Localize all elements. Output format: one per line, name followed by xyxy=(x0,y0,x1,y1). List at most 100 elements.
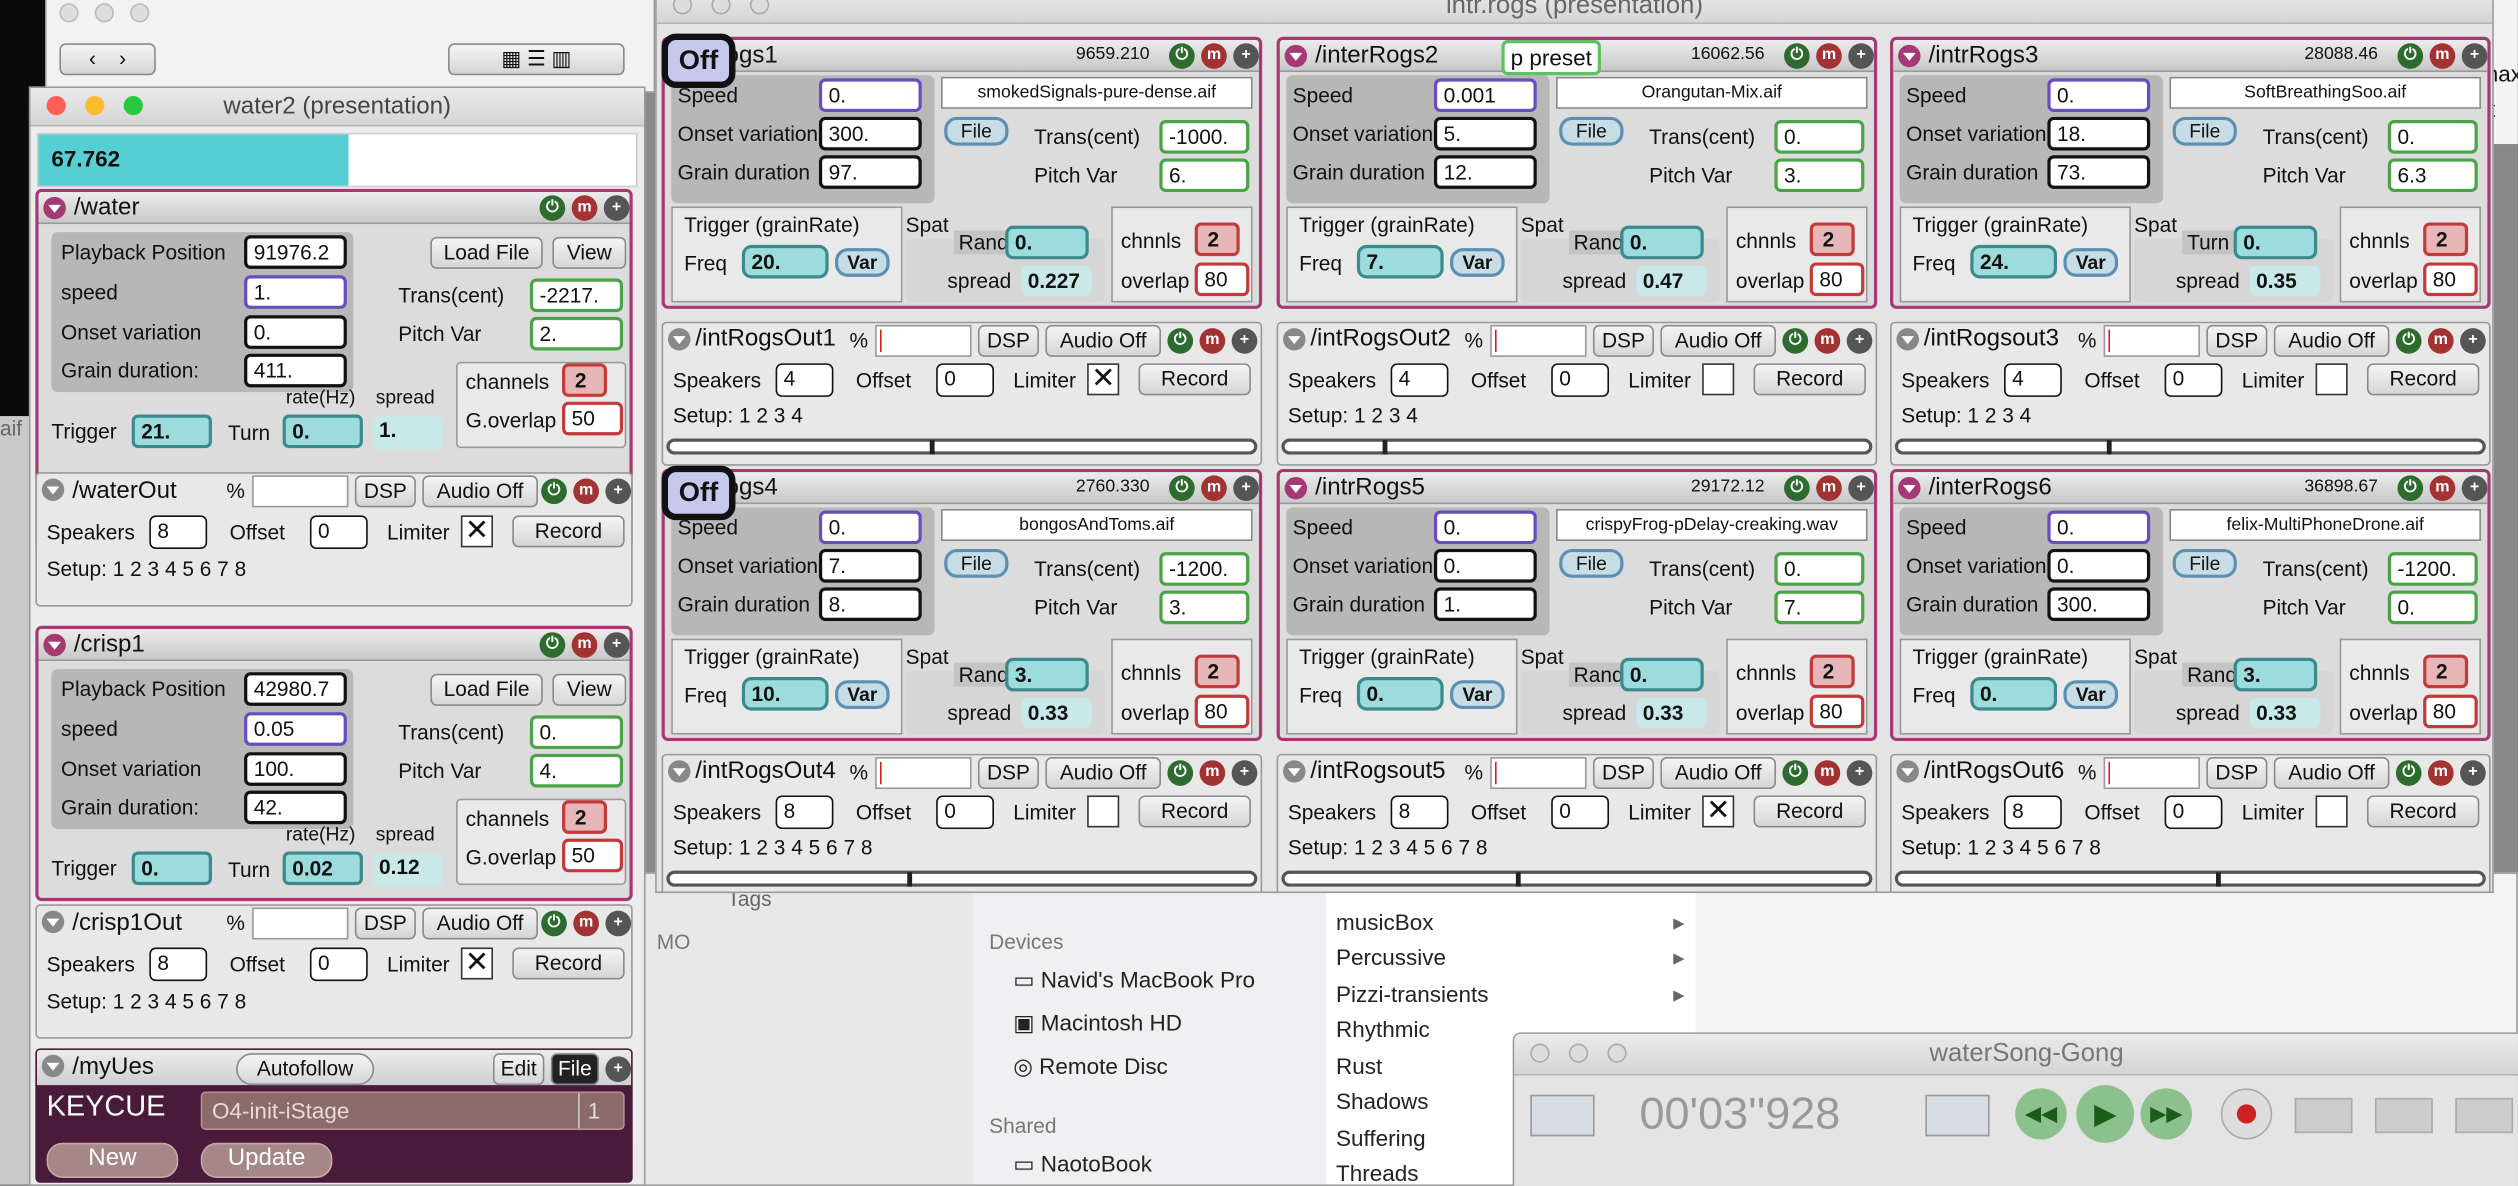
audio-off-button[interactable]: Audio Off xyxy=(1045,324,1161,357)
limiter-checkbox[interactable] xyxy=(1702,363,1735,396)
chnnls-field[interactable]: 2 xyxy=(2423,222,2469,257)
rate-field[interactable]: 0. xyxy=(282,414,363,449)
power-icon[interactable]: ⏻ xyxy=(2397,475,2424,501)
mute-icon[interactable]: m xyxy=(2429,43,2456,69)
power-icon[interactable]: ⏻ xyxy=(1782,328,1809,354)
record-button[interactable]: Record xyxy=(1138,795,1251,828)
dsp-button[interactable]: DSP xyxy=(977,757,1039,790)
position-slider[interactable] xyxy=(666,438,1258,455)
view-button[interactable]: View xyxy=(552,236,627,269)
dsp-button[interactable]: DSP xyxy=(1592,324,1654,357)
percent-field[interactable] xyxy=(875,324,972,357)
new-cue-button[interactable]: New xyxy=(46,1142,179,1178)
collapse-icon[interactable] xyxy=(41,478,65,501)
spread-field[interactable]: 1. xyxy=(372,416,444,450)
autofollow-button[interactable]: Autofollow xyxy=(236,1053,375,1086)
playback-field[interactable]: 91976.2 xyxy=(244,235,347,269)
minimize-icon[interactable] xyxy=(1568,1043,1589,1063)
speed-field[interactable]: 0.001 xyxy=(1433,78,1537,113)
speakers-field[interactable]: 4 xyxy=(1390,363,1449,397)
onset-field[interactable]: 300. xyxy=(818,116,922,151)
zoom-icon[interactable] xyxy=(123,96,143,116)
record-button[interactable]: Record xyxy=(1753,795,1866,828)
var-button[interactable]: Var xyxy=(2063,680,2119,710)
var-button[interactable]: Var xyxy=(1450,248,1505,277)
speed-field[interactable]: 0.05 xyxy=(244,712,347,746)
trigger-field[interactable]: 21. xyxy=(131,414,212,449)
power-icon[interactable]: ⏻ xyxy=(541,910,567,937)
speed-field[interactable]: 0. xyxy=(1433,510,1537,545)
dsp-button[interactable]: DSP xyxy=(1592,757,1654,790)
onset-field[interactable]: 18. xyxy=(2047,116,2151,151)
add-icon[interactable]: + xyxy=(1846,760,1873,786)
sidebar-device[interactable]: ▭ Navid's MacBook Pro xyxy=(1013,967,1255,994)
collapse-icon[interactable] xyxy=(1284,476,1308,500)
file-name-field[interactable]: crispyFrog-pDelay-creaking.wav xyxy=(1556,508,1868,541)
pitch-field[interactable]: 7. xyxy=(1774,590,1865,625)
file-name-field[interactable]: felix-MultiPhoneDrone.aif xyxy=(2169,508,2481,541)
folder-item[interactable]: Pizzi-transients ▸ xyxy=(1336,981,1685,1007)
trans-field[interactable]: -1000. xyxy=(1159,120,1250,154)
dsp-button[interactable]: DSP xyxy=(354,475,416,508)
spread-field[interactable]: 0.227 xyxy=(1021,265,1092,297)
back-forward-buttons[interactable]: ‹ › xyxy=(59,43,156,76)
file-name-field[interactable]: SoftBreathingSoo.aif xyxy=(2169,76,2481,109)
file-name-field[interactable]: bongosAndToms.aif xyxy=(940,508,1253,541)
audio-off-button[interactable]: Audio Off xyxy=(2273,324,2390,357)
file-button[interactable]: File xyxy=(944,548,1009,578)
spread-field[interactable]: 0.35 xyxy=(2249,265,2321,297)
mute-icon[interactable]: m xyxy=(1814,760,1841,786)
pitch-field[interactable]: 3. xyxy=(1159,590,1250,625)
mute-icon[interactable]: m xyxy=(2427,760,2454,786)
limiter-checkbox[interactable]: ✕ xyxy=(1702,795,1735,828)
speed-field[interactable]: 0. xyxy=(2047,510,2151,545)
var-button[interactable]: Var xyxy=(835,248,890,277)
trans-field[interactable]: 0. xyxy=(1774,552,1865,586)
record-button[interactable]: Record xyxy=(1138,363,1251,396)
speed-field[interactable]: 0. xyxy=(818,78,922,113)
add-icon[interactable]: + xyxy=(1233,43,1259,69)
onset-field[interactable]: 0. xyxy=(2047,548,2151,583)
sidebar-device[interactable]: ▣ Macintosh HD xyxy=(1013,1010,1182,1037)
grain-field[interactable]: 97. xyxy=(818,155,922,189)
chnnls-field[interactable]: 2 xyxy=(1194,654,1240,689)
spat-field[interactable]: 3. xyxy=(1005,657,1089,692)
position-slider[interactable] xyxy=(1281,870,1873,887)
off-toggle[interactable]: Off xyxy=(661,33,736,89)
add-icon[interactable]: + xyxy=(1848,475,1874,501)
collapse-icon[interactable] xyxy=(41,910,65,934)
file-button[interactable]: File xyxy=(2172,548,2237,578)
offset-field[interactable]: 0 xyxy=(936,795,994,830)
folder-item[interactable]: Threads xyxy=(1336,1160,1418,1184)
dsp-button[interactable]: DSP xyxy=(354,907,416,940)
mute-icon[interactable]: m xyxy=(2427,328,2454,354)
collapse-icon[interactable] xyxy=(1896,328,1919,351)
pitch-field[interactable]: 6.3 xyxy=(2387,158,2478,193)
limiter-checkbox[interactable]: ✕ xyxy=(1087,363,1120,396)
add-icon[interactable]: + xyxy=(1848,43,1874,69)
speakers-field[interactable]: 8 xyxy=(2004,795,2062,830)
spat-mode[interactable]: Turn xyxy=(2182,230,2235,255)
collapse-icon[interactable] xyxy=(1898,44,1921,68)
offset-field[interactable]: 0 xyxy=(1551,795,1610,830)
minimize-icon[interactable] xyxy=(85,96,105,116)
folder-item[interactable]: Shadows xyxy=(1336,1088,1428,1114)
mute-icon[interactable]: m xyxy=(1814,328,1841,354)
record-button[interactable]: Record xyxy=(2366,795,2480,828)
spat-field[interactable]: 3. xyxy=(2233,657,2318,692)
file-button[interactable]: File xyxy=(1559,116,1624,146)
file-name-field[interactable]: Orangutan-Mix.aif xyxy=(1556,76,1868,109)
freq-field[interactable]: 0. xyxy=(1356,677,1444,711)
view-button[interactable]: View xyxy=(552,673,627,706)
speakers-field[interactable]: 8 xyxy=(149,947,208,982)
var-button[interactable]: Var xyxy=(835,680,890,710)
speed-field[interactable]: 1. xyxy=(244,275,347,309)
waveform-icon[interactable] xyxy=(1530,1094,1595,1137)
zoom-icon[interactable] xyxy=(1607,1043,1627,1063)
var-button[interactable]: Var xyxy=(1450,680,1505,710)
chnnls-field[interactable]: 2 xyxy=(1809,222,1855,257)
trans-field[interactable]: -2217. xyxy=(529,278,624,313)
offset-field[interactable]: 0 xyxy=(309,947,368,982)
rewind-icon[interactable]: ◀◀ xyxy=(2015,1088,2067,1140)
sidebar-device[interactable]: ◎ Remote Disc xyxy=(1013,1053,1168,1080)
